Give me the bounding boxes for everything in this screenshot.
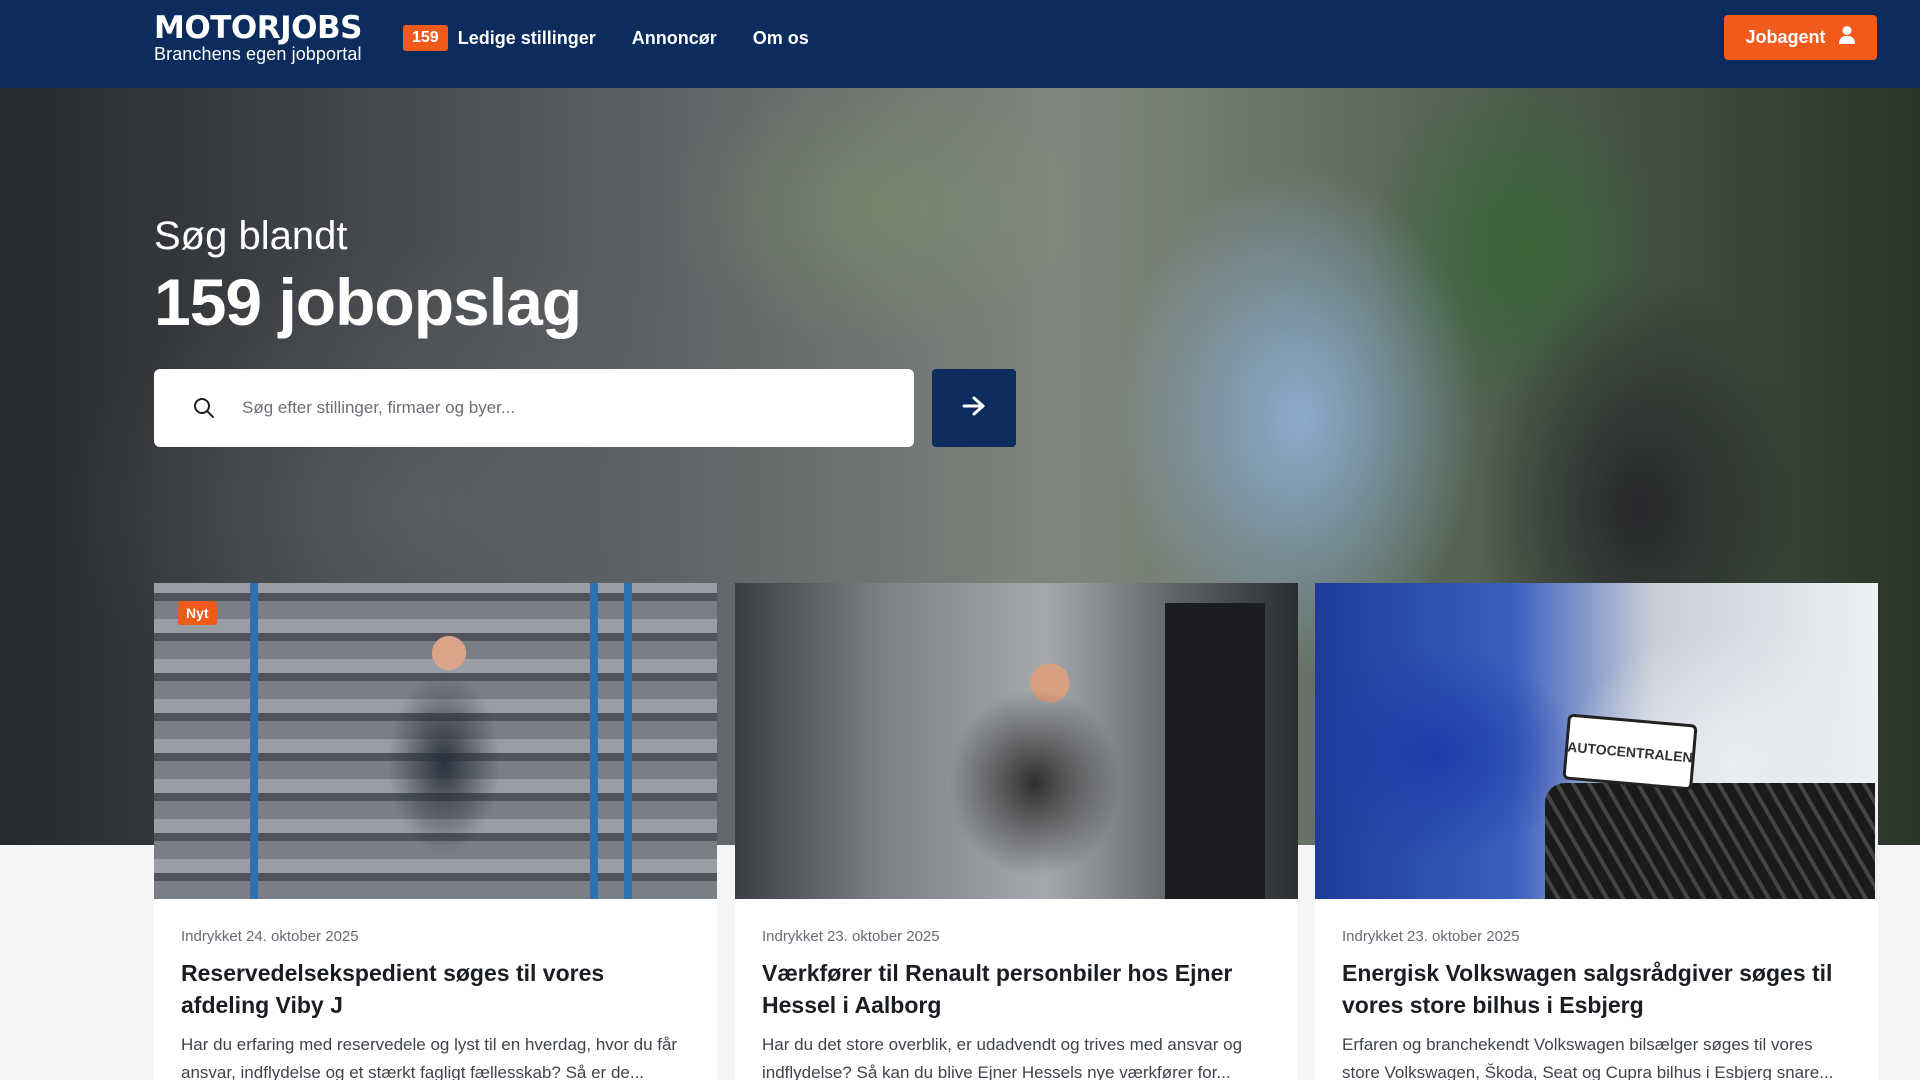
job-card[interactable]: Indrykket 23. oktober 2025 Værkfører til…	[735, 583, 1298, 1080]
job-card[interactable]: AUTOCENTRALEN Indrykket 23. oktober 2025…	[1315, 583, 1878, 1080]
job-card-date: Indrykket 23. oktober 2025	[1342, 928, 1520, 945]
job-card-date: Indrykket 24. oktober 2025	[181, 928, 359, 945]
job-card-title[interactable]: Reservedelsekspedient søges til vores af…	[181, 957, 691, 1021]
job-card-body: Indrykket 23. oktober 2025 Værkfører til…	[762, 928, 1272, 1080]
shelf-post	[590, 583, 598, 899]
search-icon	[192, 396, 216, 420]
new-badge: Nyt	[178, 601, 217, 625]
job-count-badge: 159	[403, 25, 448, 51]
job-card-body: Indrykket 24. oktober 2025 Reservedelsek…	[181, 928, 691, 1080]
search-box	[154, 369, 914, 447]
job-card-description: Erfaren og branchekendt Volkswagen bilsæ…	[1342, 1035, 1834, 1080]
nav-link-jobs[interactable]: Ledige stillinger	[458, 28, 596, 49]
main-nav: 159 Ledige stillinger Annoncør Om os	[403, 24, 809, 52]
jobagent-button[interactable]: Jobagent	[1724, 15, 1877, 60]
hero-title: 159 jobopslag	[154, 265, 582, 339]
search-input[interactable]	[242, 398, 862, 418]
job-card-image: AUTOCENTRALEN	[1315, 583, 1878, 899]
jobagent-label: Jobagent	[1745, 27, 1826, 47]
job-card-description: Har du det store overblik, er udadvendt …	[762, 1035, 1243, 1080]
logo-title: MOTORJOBS	[154, 10, 362, 46]
job-card[interactable]: Nyt Indrykket 24. oktober 2025 Reservede…	[154, 583, 717, 1080]
job-card-body: Indrykket 23. oktober 2025 Energisk Volk…	[1342, 928, 1852, 1080]
nav-link-about[interactable]: Om os	[753, 28, 809, 49]
monitor-shape	[1165, 603, 1265, 899]
job-card-title[interactable]: Energisk Volkswagen salgsrådgiver søges …	[1342, 957, 1852, 1021]
job-card-title[interactable]: Værkfører til Renault personbiler hos Ej…	[762, 957, 1272, 1021]
job-card-description: Har du erfaring med reservedele og lyst …	[181, 1035, 678, 1080]
logo-subtitle: Branchens egen jobportal	[154, 44, 362, 64]
job-card-date: Indrykket 23. oktober 2025	[762, 928, 940, 945]
hero-pretitle: Søg blandt	[154, 214, 348, 258]
job-card-image	[154, 583, 717, 899]
car-grille	[1545, 783, 1875, 899]
site-header: MOTORJOBS Branchens egen jobportal 159 L…	[0, 0, 1920, 88]
license-plate: AUTOCENTRALEN	[1562, 713, 1698, 791]
nav-link-advertise[interactable]: Annoncør	[632, 28, 717, 49]
job-card-image	[735, 583, 1298, 899]
site-logo[interactable]: MOTORJOBS Branchens egen jobportal	[154, 12, 362, 64]
arrow-right-icon	[961, 395, 987, 422]
shelf-post	[250, 583, 258, 899]
search-submit-button[interactable]	[932, 369, 1016, 447]
user-icon	[1838, 25, 1856, 50]
shelf-post	[624, 583, 632, 899]
